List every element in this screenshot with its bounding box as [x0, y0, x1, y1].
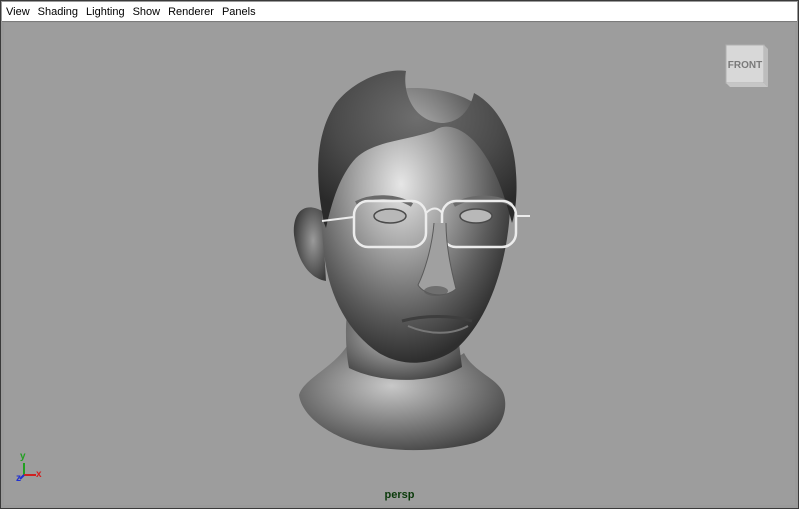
menu-lighting[interactable]: Lighting [86, 2, 125, 22]
left-eye [373, 208, 407, 224]
menu-renderer[interactable]: Renderer [168, 2, 214, 22]
menu-shading[interactable]: Shading [38, 2, 78, 22]
left-ear [293, 207, 326, 281]
viewcube[interactable]: FRONT [720, 43, 768, 89]
axis-gizmo: y z x [16, 451, 44, 485]
menu-view[interactable]: View [6, 2, 30, 22]
head-model[interactable] [4, 23, 795, 505]
nose-tip-shadow [424, 286, 448, 296]
axis-x-label: x [36, 469, 42, 480]
camera-name-label: persp [384, 489, 415, 501]
axis-z-label: z [16, 473, 21, 484]
right-eye [459, 208, 493, 224]
menu-panels[interactable]: Panels [222, 2, 256, 22]
viewport-menu-bar: View Shading Lighting Show Renderer Pane… [2, 2, 797, 22]
viewport-window: View Shading Lighting Show Renderer Pane… [0, 0, 799, 509]
3d-viewport[interactable]: FRONT y z x persp [4, 23, 795, 505]
menu-show[interactable]: Show [133, 2, 161, 22]
axis-y-label: y [20, 451, 26, 462]
viewcube-face-label: FRONT [728, 60, 762, 71]
